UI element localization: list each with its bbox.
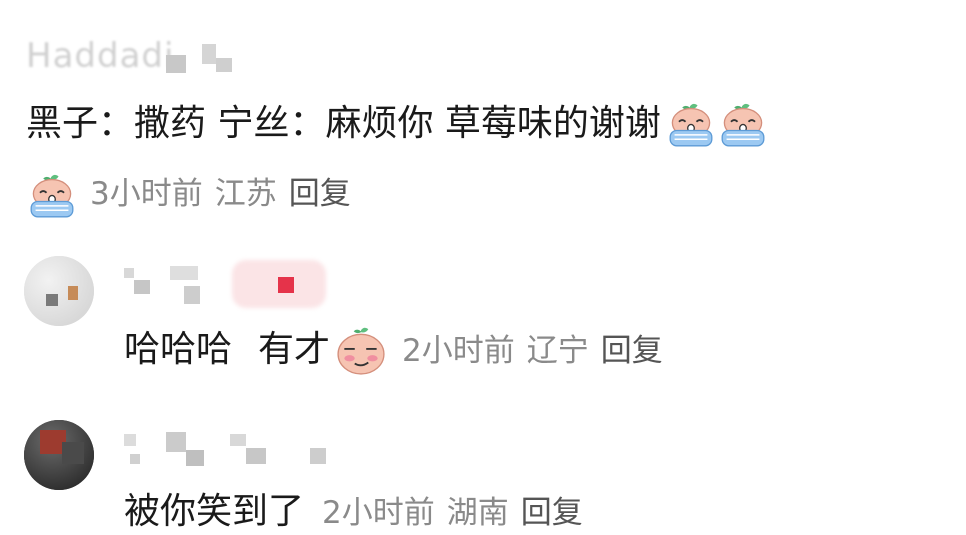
comment-body: 哈哈哈 xyxy=(124,329,233,370)
masked-pixel xyxy=(130,454,140,464)
badge-icon xyxy=(278,277,294,293)
comment-body: 黑子：撒药 宁丝：麻烦你 草莓味的谢谢 xyxy=(26,103,661,144)
comment-text: 被你笑到了 2小时前 湖南 回复 xyxy=(124,490,595,535)
location: 江苏 xyxy=(214,176,277,212)
comment-text: 黑子：撒药 宁丝：麻烦你 草莓味的谢谢 xyxy=(26,102,769,148)
timestamp: 2小时前 xyxy=(322,495,435,531)
timestamp: 2小时前 xyxy=(402,333,515,369)
masked-pixel xyxy=(230,434,246,446)
masked-pixel xyxy=(166,432,186,452)
masked-pixel xyxy=(246,448,266,464)
masked-pixel xyxy=(166,55,186,73)
masked-pixel xyxy=(124,434,136,446)
masked-pixel xyxy=(170,266,198,280)
crying-emoji-icon xyxy=(669,103,713,147)
masked-pixel xyxy=(186,450,204,466)
username-masked[interactable]: Haddadi xyxy=(26,36,174,76)
comment-body: 有才 xyxy=(258,329,331,370)
masked-pixel xyxy=(202,44,216,64)
comment-body: 被你笑到了 xyxy=(124,491,305,532)
smirk-emoji-icon xyxy=(337,326,385,375)
masked-pixel xyxy=(184,286,200,304)
masked-pixel xyxy=(134,280,150,294)
masked-pixel xyxy=(216,58,232,72)
masked-pixel xyxy=(310,448,326,464)
reply-button[interactable]: 回复 xyxy=(521,495,583,531)
avatar[interactable] xyxy=(24,420,94,490)
crying-emoji-icon xyxy=(30,173,74,218)
comment-text: 哈哈哈 有才 2小时前 辽宁 回复 xyxy=(124,326,675,376)
comment-meta: 3小时前 江苏 回复 xyxy=(26,168,363,219)
reply-button[interactable]: 回复 xyxy=(289,176,351,212)
crying-emoji-icon xyxy=(721,103,765,147)
masked-pixel xyxy=(124,268,134,278)
avatar[interactable] xyxy=(24,256,94,326)
reply-button[interactable]: 回复 xyxy=(601,333,663,369)
location: 辽宁 xyxy=(526,333,589,369)
timestamp: 3小时前 xyxy=(90,176,203,212)
location: 湖南 xyxy=(446,495,509,531)
